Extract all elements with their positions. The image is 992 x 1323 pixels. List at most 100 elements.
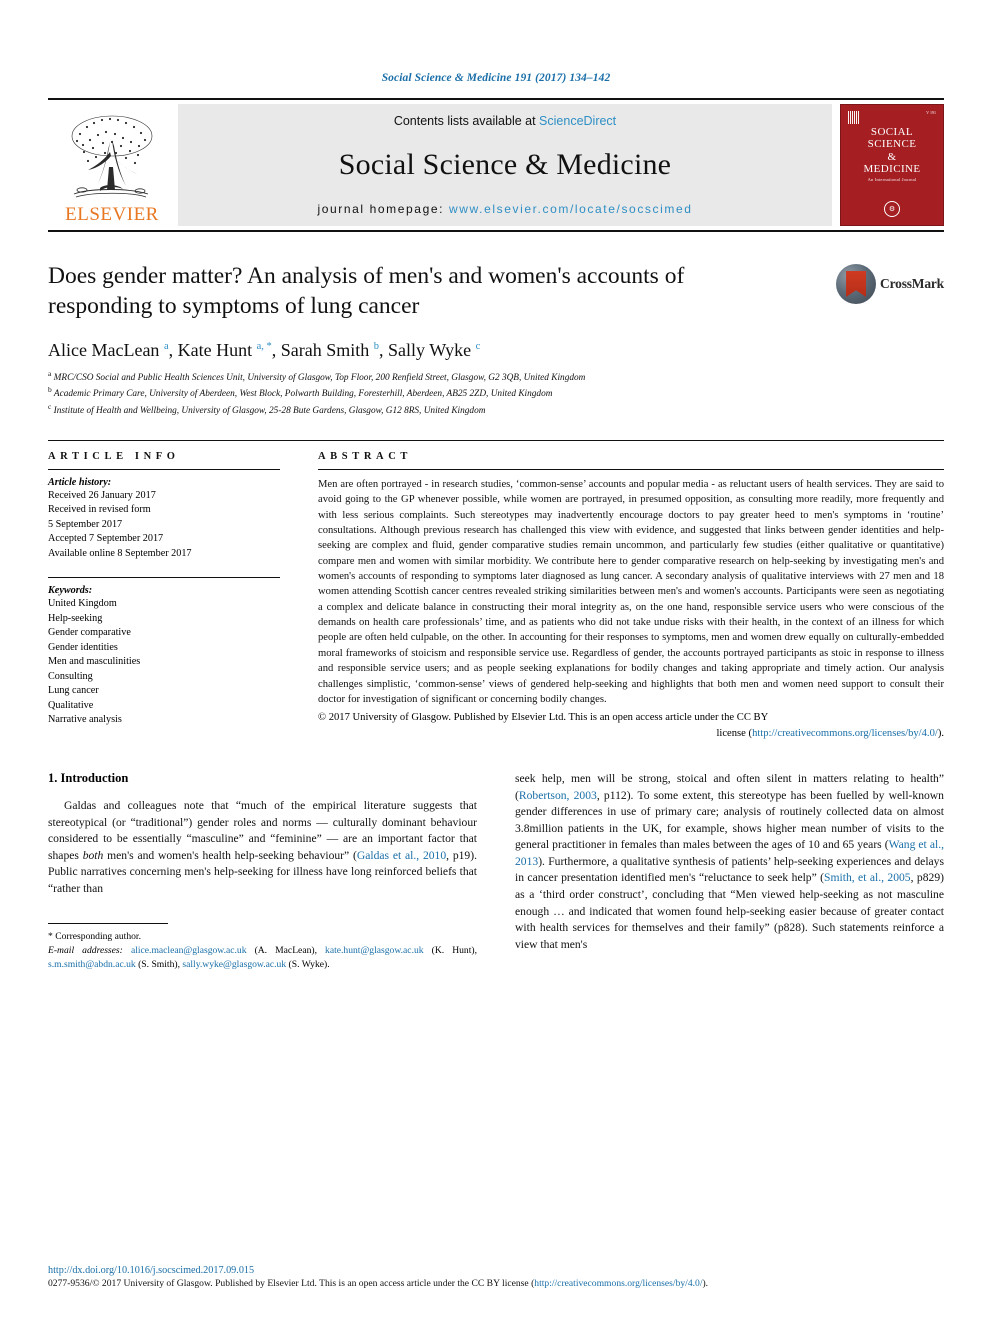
- abstract-heading: ABSTRACT: [318, 450, 412, 462]
- cover-subtitle: An International Journal: [867, 177, 917, 183]
- contents-prefix: Contents lists available at: [393, 114, 540, 128]
- info-abstract-region: ARTICLE INFO Article history: Received 2…: [48, 439, 944, 741]
- footnote-block: * Corresponding author. E-mail addresses…: [48, 930, 477, 971]
- email-person-wyke: (S. Wyke).: [286, 958, 330, 970]
- elsevier-tree-icon: [71, 115, 153, 198]
- homepage-url-link[interactable]: www.elsevier.com/locate/socscimed: [449, 202, 693, 216]
- issn-copyright-text: 0277-9536/© 2017 University of Glasgow. …: [48, 1277, 535, 1289]
- history-item: Accepted 7 September 2017: [48, 533, 164, 545]
- article-history-label: Article history:: [48, 476, 112, 488]
- keyword-item: United Kingdom: [48, 598, 117, 610]
- affiliation-list: a MRC/CSO Social and Public Health Scien…: [48, 369, 944, 418]
- email-person-maclean: (A. MacLean),: [246, 945, 326, 957]
- license-suffix: ).: [937, 727, 944, 739]
- email-link-smith[interactable]: s.m.smith@abdn.ac.uk: [48, 959, 136, 970]
- keyword-item: Gender identities: [48, 641, 118, 653]
- journal-banner: Contents lists available at ScienceDirec…: [178, 104, 832, 226]
- crossmark-bookmark-shape: [846, 271, 867, 297]
- intro-paragraph-left: Galdas and colleagues note that “much of…: [48, 798, 477, 897]
- cover-title-line-2: SCIENCE: [867, 138, 917, 151]
- corresponding-author-note: * Corresponding author.: [48, 931, 141, 943]
- page-footer: http://dx.doi.org/10.1016/j.socscimed.20…: [48, 1265, 944, 1290]
- affiliation-mark-b: b: [48, 385, 52, 395]
- crossmark-icon: [836, 264, 877, 304]
- keywords-list: United Kingdom Help-seeking Gender compa…: [48, 597, 280, 727]
- keyword-item: Qualitative: [48, 699, 94, 711]
- citation-smith-2005[interactable]: Smith, et al., 2005: [824, 871, 911, 884]
- section-title-introduction: 1. Introduction: [48, 770, 129, 785]
- email-person-hunt: (K. Hunt),: [423, 945, 477, 957]
- body-column-right: seek help, men will be strong, stoical a…: [515, 771, 944, 975]
- contents-available-line: Contents lists available at ScienceDirec…: [394, 114, 616, 128]
- email-link-hunt[interactable]: kate.hunt@glasgow.ac.uk: [325, 945, 424, 956]
- article-page: Social Science & Medicine 191 (2017) 134…: [0, 0, 992, 1323]
- cover-title-line-4: MEDICINE: [863, 162, 921, 175]
- article-info-column: ARTICLE INFO Article history: Received 2…: [48, 451, 280, 741]
- intro-emphasis-both: both: [82, 848, 104, 862]
- elsevier-wordmark: ELSEVIER: [65, 204, 159, 225]
- affiliation-a: a MRC/CSO Social and Public Health Scien…: [48, 369, 944, 385]
- affiliation-text-a: MRC/CSO Social and Public Health Science…: [53, 373, 586, 384]
- article-history-list: Received 26 January 2017 Received in rev…: [48, 489, 280, 561]
- license-line: license (http://creativecommons.org/lice…: [318, 726, 944, 741]
- license-url-link[interactable]: http://creativecommons.org/licenses/by/4…: [752, 728, 938, 739]
- journal-cover-thumbnail: V 191 SOCIAL SCIENCE & MEDICINE An Inter…: [840, 104, 944, 226]
- cover-title-line-3: &: [887, 150, 897, 163]
- footnote-divider: [48, 923, 168, 930]
- email-label: E-mail addresses:: [48, 945, 123, 957]
- affiliation-mark-c: c: [48, 401, 52, 411]
- article-title: Does gender matter? An analysis of men's…: [48, 263, 685, 319]
- abstract-text: Men are often portrayed - in research st…: [318, 478, 944, 705]
- history-item: 5 September 2017: [48, 518, 123, 530]
- cover-title-line-1: SOCIAL: [870, 126, 914, 138]
- keyword-item: Gender comparative: [48, 627, 131, 639]
- keywords-label: Keywords:: [48, 585, 93, 597]
- email-link-wyke[interactable]: sally.wyke@glasgow.ac.uk: [182, 959, 286, 970]
- crossmark-label: CrossMark: [880, 276, 944, 291]
- cover-seal-icon: ⚙: [884, 201, 900, 217]
- doi-link[interactable]: http://dx.doi.org/10.1016/j.socscimed.20…: [48, 1265, 944, 1276]
- intro-paragraph-right: seek help, men will be strong, stoical a…: [515, 771, 944, 953]
- keyword-item: Men and masculinities: [48, 656, 141, 668]
- abstract-copyright: © 2017 University of Glasgow. Published …: [318, 710, 944, 741]
- intro-part-b: men's and women's health help-seeking be…: [103, 848, 357, 862]
- affiliation-text-c: Institute of Health and Wellbeing, Unive…: [53, 405, 486, 416]
- author-list: Alice MacLean a, Kate Hunt a, *, Sarah S…: [48, 340, 481, 360]
- article-info-rule: [48, 468, 280, 470]
- keyword-item: Consulting: [48, 670, 93, 682]
- body-columns: 1. Introduction Galdas and colleagues no…: [48, 771, 944, 975]
- cover-barcode-icon: [848, 111, 860, 124]
- sciencedirect-link[interactable]: ScienceDirect: [539, 114, 616, 128]
- email-link-maclean[interactable]: alice.maclean@glasgow.ac.uk: [131, 945, 247, 956]
- abstract-column: ABSTRACT Men are often portrayed - in re…: [318, 451, 944, 741]
- affiliation-b: b Academic Primary Care, University of A…: [48, 385, 944, 401]
- keywords-rule: [48, 577, 280, 579]
- footer-license-url-link[interactable]: http://creativecommons.org/licenses/by/4…: [534, 1278, 702, 1289]
- email-addresses-note: E-mail addresses: alice.maclean@glasgow.…: [48, 944, 477, 971]
- abstract-rule: [318, 468, 944, 470]
- running-head: Social Science & Medicine 191 (2017) 134…: [381, 72, 611, 84]
- footer-license-suffix: ).: [702, 1277, 709, 1289]
- cover-volume-label: V 191: [926, 110, 936, 115]
- cover-title: SOCIAL SCIENCE & MEDICINE An Internation…: [864, 126, 921, 182]
- journal-title: Social Science & Medicine: [338, 148, 672, 181]
- journal-masthead: ELSEVIER Contents lists available at Sci…: [48, 98, 944, 232]
- citation-galdas-2010[interactable]: Galdas et al., 2010: [357, 849, 446, 862]
- affiliation-c: c Institute of Health and Wellbeing, Uni…: [48, 402, 944, 418]
- cover-top-row: V 191: [841, 110, 943, 124]
- issn-copyright-line: 0277-9536/© 2017 University of Glasgow. …: [48, 1278, 944, 1290]
- homepage-prefix: journal homepage:: [317, 202, 449, 216]
- history-item: Available online 8 September 2017: [48, 547, 192, 559]
- copyright-text: © 2017 University of Glasgow. Published …: [318, 712, 769, 724]
- history-item: Received 26 January 2017: [48, 489, 156, 501]
- article-info-heading: ARTICLE INFO: [48, 450, 180, 462]
- title-block: Does gender matter? An analysis of men's…: [48, 262, 944, 326]
- crossmark-badge-group[interactable]: CrossMark: [836, 264, 944, 304]
- history-item: Received in revised form: [48, 504, 151, 516]
- license-prefix: license (: [716, 727, 753, 739]
- body-column-left: 1. Introduction Galdas and colleagues no…: [48, 771, 477, 975]
- citation-robertson-2003[interactable]: Robertson, 2003: [519, 789, 597, 802]
- email-person-smith: (S. Smith),: [135, 958, 183, 970]
- affiliation-text-b: Academic Primary Care, University of Abe…: [53, 389, 553, 400]
- keyword-item: Help-seeking: [48, 612, 103, 624]
